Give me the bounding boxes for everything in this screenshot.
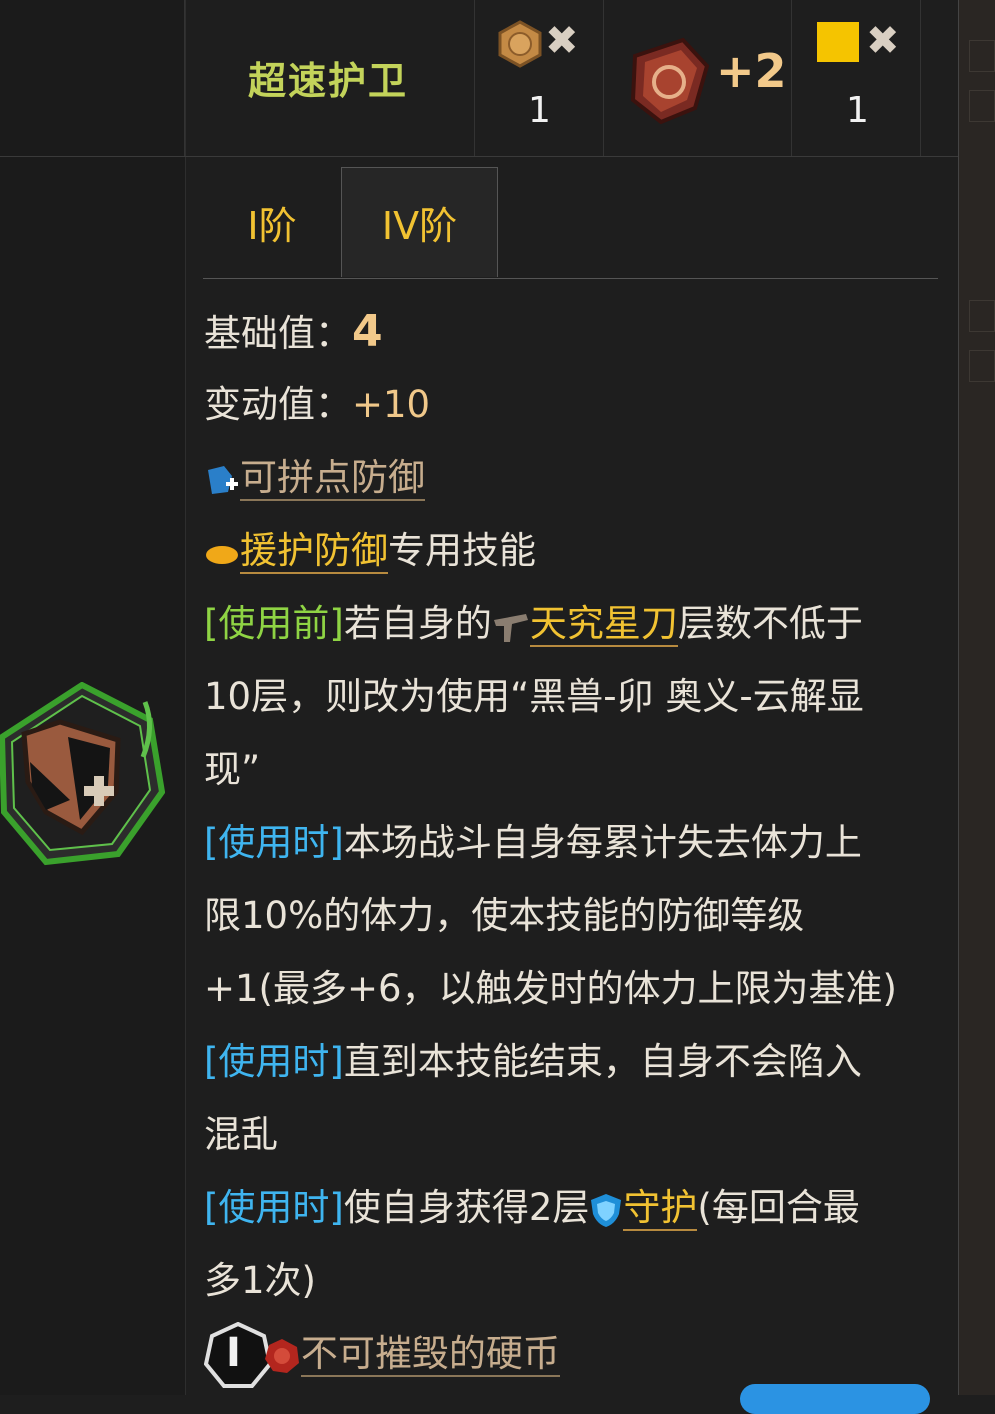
base-value-row: 基础值：4: [204, 295, 944, 368]
trait-row: 可拼点防御: [204, 441, 944, 514]
effect-line: [使用时]直到本技能结束，自身不会陷入: [204, 1025, 944, 1098]
tab-tier-4[interactable]: IV阶: [341, 167, 498, 277]
star-blade-icon: [493, 613, 528, 642]
effect-line: 限10%的体力，使本技能的防御等级: [204, 894, 805, 937]
bronze-coin-icon: [498, 20, 542, 68]
exclusive-skill-text: 专用技能: [388, 529, 536, 572]
cost-count: 1: [528, 90, 551, 131]
skill-avatar[interactable]: [0, 681, 166, 868]
footer-row: I 不可摧毁的硬币: [204, 1317, 944, 1390]
trait-row: 援护防御专用技能: [204, 514, 944, 587]
effect-line: 混乱: [204, 1113, 278, 1156]
skill-description: 基础值：4 变动值：+10 可拼点防御 援护防御专用技能 [使用前]若自身的 天…: [204, 295, 944, 1390]
effect-text: 使自身获得2层: [343, 1186, 590, 1229]
skill-header: 超速护卫 ✖ 1 +2 ✖ 1: [0, 0, 958, 157]
tier-tabs: I阶 IV阶: [203, 167, 938, 279]
effect-line: +1(最多+6，以触发时的体力上限为基准): [204, 967, 897, 1010]
delta-value-row: 变动值：+10: [204, 368, 944, 441]
defense-bonus: +2: [716, 44, 787, 98]
on-use-tag: [使用时]: [204, 1040, 344, 1083]
unbreakable-coin-link[interactable]: 不可摧毁的硬币: [300, 1332, 560, 1377]
effect-text: 直到本技能结束，自身不会陷入: [343, 1040, 862, 1083]
effect-line: 多1次): [204, 1259, 316, 1302]
tier-badge: I: [226, 1330, 241, 1376]
before-use-tag: [使用前]: [204, 602, 344, 645]
effect-line: 现”: [204, 748, 261, 791]
support-defense-link[interactable]: 援护防御: [240, 529, 388, 574]
delta-value-label: 变动值：: [204, 383, 352, 426]
effect-text: 层数不低于: [677, 602, 863, 645]
cost-count: 1: [846, 90, 869, 131]
background-strip: [958, 0, 995, 1395]
scroll-indicator[interactable]: [740, 1384, 930, 1414]
shield-plus-icon: [0, 681, 166, 866]
clash-defense-icon: [208, 465, 238, 494]
effect-text: 若自身的: [343, 602, 492, 645]
effect-text: (每回合最: [697, 1186, 860, 1229]
multiply-icon: ✖: [545, 18, 579, 64]
effect-text: 本场战斗自身每累计失去体力上: [343, 821, 862, 864]
guard-link[interactable]: 守护: [623, 1186, 698, 1231]
on-use-tag: [使用时]: [204, 1186, 344, 1229]
effect-line: [使用前]若自身的 天究星刀层数不低于: [204, 587, 944, 660]
base-value-label: 基础值：: [204, 312, 352, 355]
effect-line: [使用时]本场战斗自身每累计失去体力上: [204, 806, 944, 879]
tab-tier-1[interactable]: I阶: [203, 167, 341, 277]
base-value: 4: [352, 306, 383, 357]
support-defense-icon: [206, 545, 238, 564]
delta-value: +10: [352, 383, 431, 426]
effect-line: [使用时]使自身获得2层 守护(每回合最: [204, 1171, 944, 1244]
multiply-icon: ✖: [866, 18, 900, 64]
skill-name: 超速护卫: [248, 59, 409, 103]
on-use-tag: [使用时]: [204, 821, 344, 864]
shield-emblem-icon: [630, 37, 710, 125]
stackable-defense-link[interactable]: 可拼点防御: [240, 456, 425, 501]
unbreakable-coin-icon: [264, 1338, 299, 1373]
star-blade-link[interactable]: 天究星刀: [529, 602, 678, 647]
guard-shield-icon: [591, 1193, 622, 1227]
effect-line: 10层，则改为使用“黑兽-卯 奥义-云解显: [204, 675, 864, 718]
yellow-square-icon: [817, 22, 859, 62]
